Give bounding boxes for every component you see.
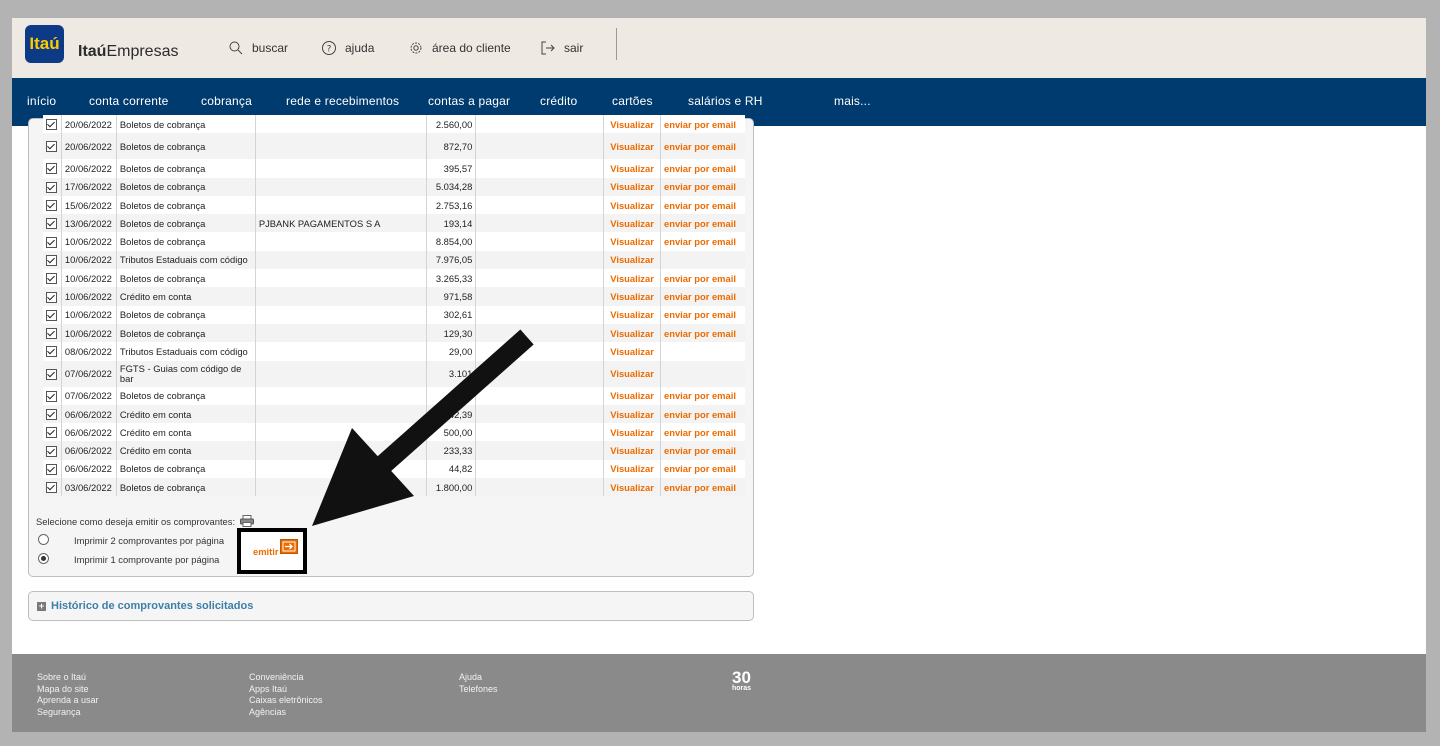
footer-col-2: Conveniência Apps Itaú Caixas eletrônico… xyxy=(249,672,323,718)
footer-link[interactable]: Mapa do site xyxy=(37,684,99,696)
footer-link[interactable]: Telefones xyxy=(459,684,498,696)
footer-col-3: Ajuda Telefones xyxy=(459,672,498,695)
footer-link[interactable]: Caixas eletrônicos xyxy=(249,695,323,707)
footer-link[interactable]: Sobre o Itaú xyxy=(37,672,99,684)
page-frame: Itaú ItaúEmpresas buscar ? ajuda área do… xyxy=(12,18,1426,732)
30-horas-badge[interactable]: 30 horas xyxy=(732,669,751,692)
footer-link[interactable]: Apps Itaú xyxy=(249,684,323,696)
footer: Sobre o Itaú Mapa do site Aprenda a usar… xyxy=(12,654,1426,732)
footer-col-1: Sobre o Itaú Mapa do site Aprenda a usar… xyxy=(37,672,99,718)
footer-link[interactable]: Ajuda xyxy=(459,672,498,684)
footer-link[interactable]: Conveniência xyxy=(249,672,323,684)
footer-link[interactable]: Agências xyxy=(249,707,323,719)
footer-link[interactable]: Aprenda a usar xyxy=(37,695,99,707)
annotation-arrow xyxy=(312,329,534,526)
footer-link[interactable]: Segurança xyxy=(37,707,99,719)
